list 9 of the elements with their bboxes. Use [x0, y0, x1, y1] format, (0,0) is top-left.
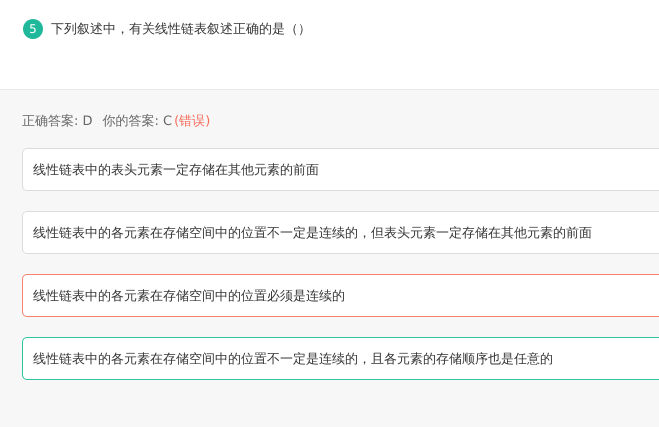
question-text: 下列叙述中，有关线性链表叙述正确的是（） — [51, 21, 311, 38]
correct-answer-label: 正确答案: D — [22, 113, 93, 130]
answer-verdict: (错误) — [174, 113, 210, 130]
answer-option[interactable]: 线性链表中的各元素在存储空间中的位置必须是连续的 — [22, 274, 659, 317]
your-answer-label: 你的答案: C — [102, 113, 172, 130]
answer-option[interactable]: 线性链表中的各元素在存储空间中的位置不一定是连续的，且各元素的存储顺序也是任意的 — [22, 337, 659, 380]
answer-option[interactable]: 线性链表中的表头元素一定存储在其他元素的前面 — [22, 148, 659, 191]
question-number-badge: 5 — [23, 19, 43, 39]
answer-option[interactable]: 线性链表中的各元素在存储空间中的位置不一定是连续的，但表头元素一定存储在其他元素的前面 — [22, 211, 659, 254]
